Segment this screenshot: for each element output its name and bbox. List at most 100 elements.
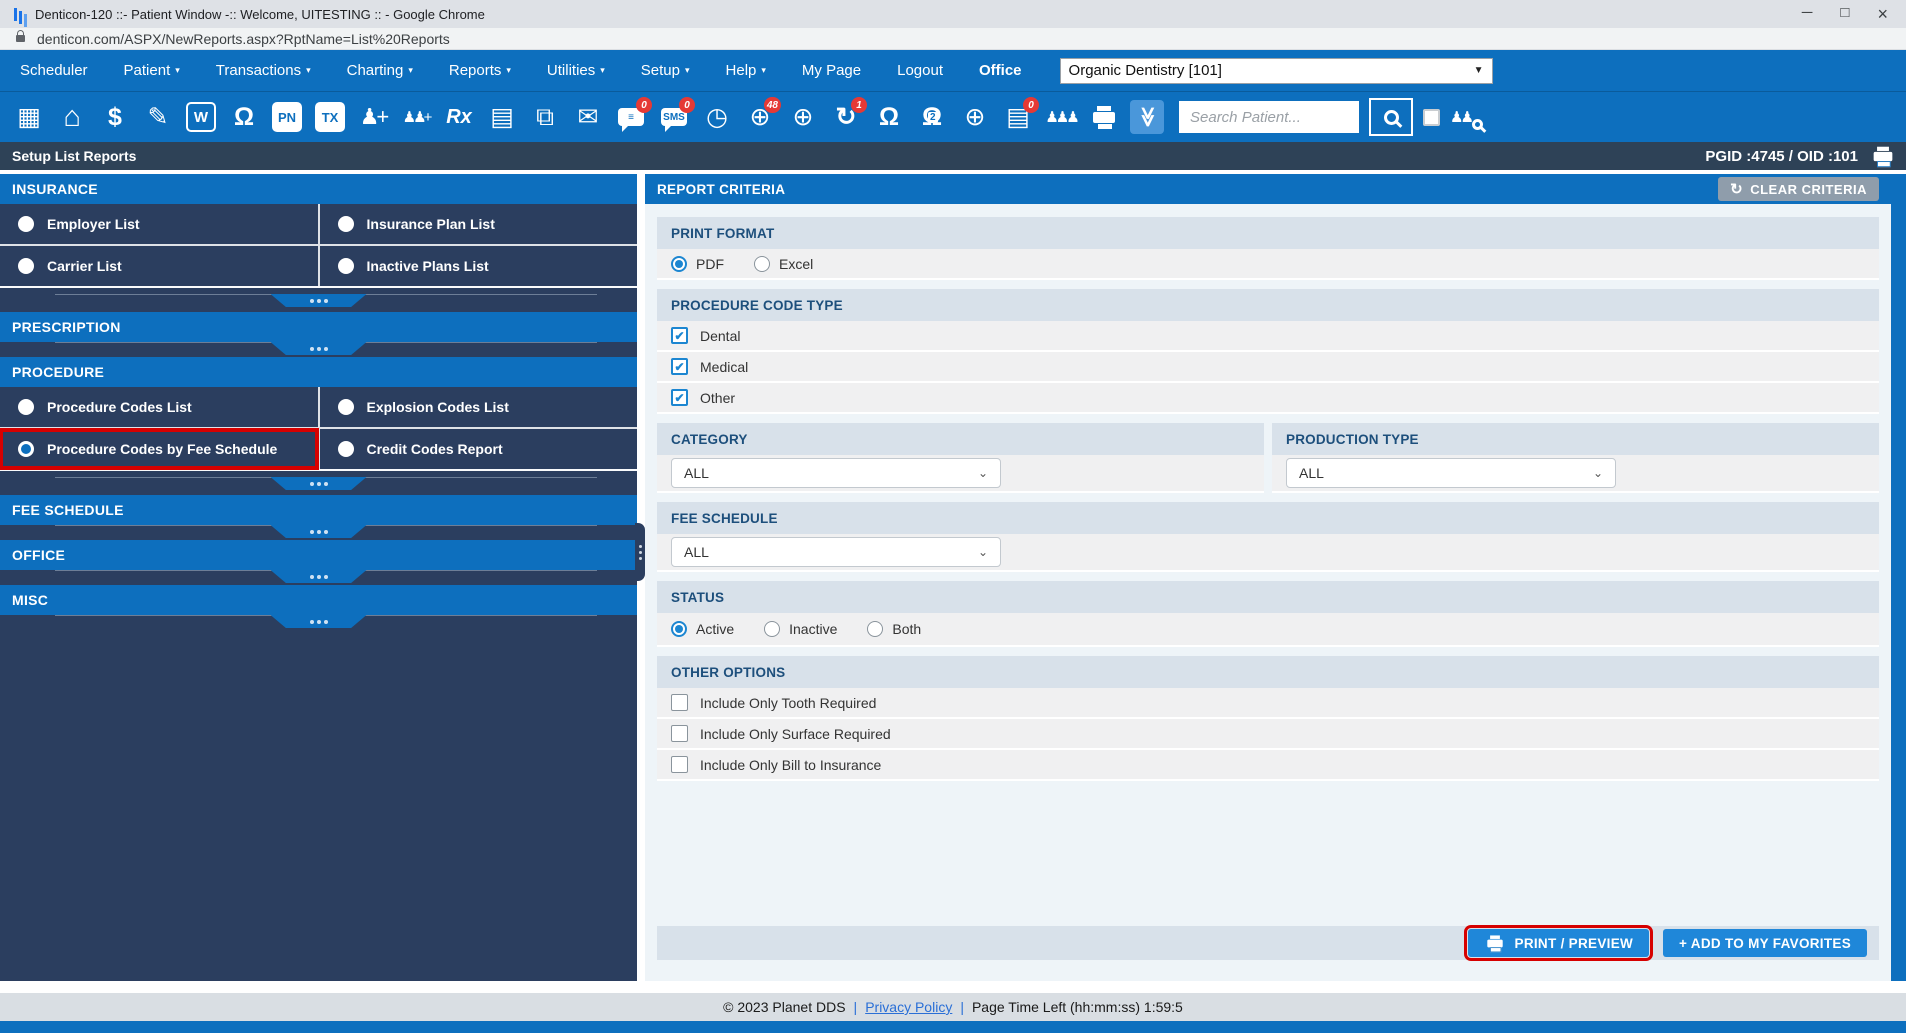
radio-icon[interactable]	[18, 216, 34, 232]
menu-utilities[interactable]: Utilities▾	[547, 62, 605, 79]
include-only-bill-to-insurance-row[interactable]: Include Only Bill to Insurance	[657, 750, 1879, 781]
dental-checkbox-row[interactable]: Dental	[657, 321, 1879, 352]
search-patient-input[interactable]	[1179, 101, 1359, 133]
payments-icon[interactable]: $	[96, 96, 134, 138]
sidebar-splitter-handle[interactable]	[635, 523, 645, 581]
privacy-policy-link[interactable]: Privacy Policy	[865, 999, 952, 1015]
collapse-handle-office[interactable]	[271, 570, 367, 583]
online-requests-globe-icon[interactable]: ⊕48	[741, 96, 779, 138]
collapse-handle-procedure[interactable]	[271, 477, 367, 490]
radio-icon[interactable]	[338, 399, 354, 415]
minimize-button[interactable]: ─	[1802, 4, 1813, 25]
menu-reports[interactable]: Reports▾	[449, 62, 511, 79]
radio-icon[interactable]	[338, 258, 354, 274]
eligibility-list-icon[interactable]: ▤0	[999, 96, 1037, 138]
sms-icon[interactable]: SMS0	[655, 96, 693, 138]
report-option-inactive-plans-list[interactable]: Inactive Plans List	[320, 246, 638, 286]
other-checkbox[interactable]	[671, 389, 688, 406]
medical-checkbox[interactable]	[671, 358, 688, 375]
radio-selected-icon[interactable]	[18, 441, 34, 457]
collapse-toolbar-icon[interactable]: ≫	[1128, 96, 1166, 138]
family-search-icon[interactable]: ♟♟	[1450, 108, 1481, 126]
report-option-explosion-codes-list[interactable]: Explosion Codes List	[320, 387, 638, 427]
category-dropdown[interactable]: ALL ⌄	[671, 458, 1001, 488]
scan-document-icon[interactable]: ⧉	[526, 96, 564, 138]
include-only-surface-required-row[interactable]: Include Only Surface Required	[657, 719, 1879, 750]
section-header-procedure[interactable]: PROCEDURE	[0, 357, 637, 387]
medical-checkbox-row[interactable]: Medical	[657, 352, 1879, 383]
office-select[interactable]: Organic Dentistry [101] ▼	[1060, 58, 1493, 84]
toolbar-checkbox[interactable]	[1423, 109, 1440, 126]
section-header-prescription[interactable]: PRESCRIPTION	[0, 312, 637, 342]
report-option-employer-list[interactable]: Employer List	[0, 204, 318, 244]
add-to-my-favorites-button[interactable]: + ADD TO MY FAVORITES	[1663, 929, 1867, 957]
collapse-handle-insurance[interactable]	[271, 294, 367, 307]
patient-recall-icon[interactable]: ↻1	[827, 96, 865, 138]
menu-setup[interactable]: Setup▾	[641, 62, 690, 79]
prescription-rx-icon[interactable]: Rx	[440, 96, 478, 138]
radio-selected-icon[interactable]	[671, 256, 687, 272]
radio-icon[interactable]	[338, 216, 354, 232]
radio-icon[interactable]	[338, 441, 354, 457]
radio-icon[interactable]	[764, 621, 780, 637]
menu-help[interactable]: Help▾	[726, 62, 766, 79]
treatment-plan-icon[interactable]: TX	[311, 96, 349, 138]
messages-icon[interactable]: ≡0	[612, 96, 650, 138]
tooth-chart-icon[interactable]: W	[182, 96, 220, 138]
report-option-carrier-list[interactable]: Carrier List	[0, 246, 318, 286]
print-format-excel-option[interactable]: Excel	[754, 256, 813, 272]
patient-search-button[interactable]	[1369, 98, 1413, 136]
section-header-fee-schedule[interactable]: FEE SCHEDULE	[0, 495, 637, 525]
radio-icon[interactable]	[18, 399, 34, 415]
add-family-icon[interactable]: ♟♟+	[397, 96, 435, 138]
menu-scheduler[interactable]: Scheduler	[20, 62, 88, 79]
status-inactive-option[interactable]: Inactive	[764, 621, 837, 637]
home-icon[interactable]: ⌂	[53, 96, 91, 138]
production-type-dropdown[interactable]: ALL ⌄	[1286, 458, 1616, 488]
surface-required-checkbox[interactable]	[671, 725, 688, 742]
notes-icon[interactable]: ▤	[483, 96, 521, 138]
print-icon[interactable]	[1085, 96, 1123, 138]
radio-icon[interactable]	[867, 621, 883, 637]
clear-criteria-button[interactable]: ↻ CLEAR CRITERIA	[1718, 177, 1879, 201]
maximize-button[interactable]: □	[1840, 4, 1849, 25]
web-access-globe-icon[interactable]: ⊕	[956, 96, 994, 138]
report-option-procedure-codes-list[interactable]: Procedure Codes List	[0, 387, 318, 427]
browser-urlbar[interactable]: denticon.com/ASPX/NewReports.aspx?RptNam…	[0, 28, 1906, 50]
other-checkbox-row[interactable]: Other	[657, 383, 1879, 414]
include-only-tooth-required-row[interactable]: Include Only Tooth Required	[657, 688, 1879, 719]
print-preview-button[interactable]: PRINT / PREVIEW	[1468, 929, 1650, 957]
menu-patient[interactable]: Patient▾	[124, 62, 180, 79]
status-active-option[interactable]: Active	[671, 621, 734, 637]
radio-selected-icon[interactable]	[671, 621, 687, 637]
print-format-pdf-option[interactable]: PDF	[671, 256, 724, 272]
time-clock-icon[interactable]: ◷	[698, 96, 736, 138]
status-both-option[interactable]: Both	[867, 621, 921, 637]
dental-checkbox[interactable]	[671, 327, 688, 344]
menu-transactions[interactable]: Transactions▾	[216, 62, 311, 79]
report-option-credit-codes-report[interactable]: Credit Codes Report	[320, 429, 638, 469]
report-option-procedure-codes-by-fee-schedule[interactable]: Procedure Codes by Fee Schedule	[0, 429, 318, 469]
section-header-insurance[interactable]: INSURANCE	[0, 174, 637, 204]
radio-icon[interactable]	[18, 258, 34, 274]
add-patient-icon[interactable]: ♟+	[354, 96, 392, 138]
calendar-icon[interactable]: ▦	[10, 96, 48, 138]
section-header-office[interactable]: OFFICE	[0, 540, 637, 570]
menu-my-page[interactable]: My Page	[802, 62, 861, 79]
mouth-watch-tooth-icon[interactable]: Ω	[870, 96, 908, 138]
tooth-status-icon[interactable]: Ω2	[913, 96, 951, 138]
collapse-handle-prescription[interactable]	[271, 342, 367, 355]
menu-charting[interactable]: Charting▾	[347, 62, 413, 79]
fee-schedule-dropdown[interactable]: ALL ⌄	[671, 537, 1001, 567]
staff-members-icon[interactable]: ♟♟♟	[1042, 96, 1080, 138]
mail-icon[interactable]: ✉	[569, 96, 607, 138]
report-option-insurance-plan-list[interactable]: Insurance Plan List	[320, 204, 638, 244]
charting-edit-icon[interactable]: ✎	[139, 96, 177, 138]
progress-notes-icon[interactable]: PN	[268, 96, 306, 138]
close-button[interactable]: ×	[1877, 4, 1888, 25]
perio-tooth-icon[interactable]: Ω	[225, 96, 263, 138]
radio-icon[interactable]	[754, 256, 770, 272]
menu-logout[interactable]: Logout	[897, 62, 943, 79]
tooth-required-checkbox[interactable]	[671, 694, 688, 711]
collapse-handle-fee-schedule[interactable]	[271, 525, 367, 538]
